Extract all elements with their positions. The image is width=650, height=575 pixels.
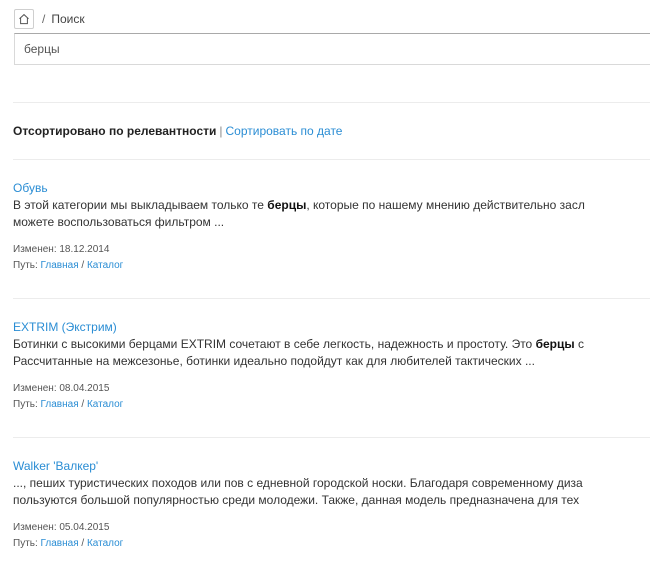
result-snippet-line: пользуются большой популярностью среди м…: [13, 493, 580, 507]
result-snippet-line: можете воспользоваться фильтром ...: [13, 215, 225, 229]
divider: [13, 437, 650, 438]
path-link-home[interactable]: Главная: [41, 538, 79, 549]
result-snippet-line: ..., пеших туристических походов или пов…: [13, 476, 583, 490]
sort-bar: Отсортировано по релевантности | Сортирова…: [13, 124, 342, 138]
result-title-link[interactable]: Обувь: [13, 181, 650, 195]
sort-by-date-link[interactable]: Сортировать по дате: [226, 124, 343, 138]
result-snippet-line: В этой категории мы выкладываем только т…: [13, 198, 585, 212]
divider: [13, 159, 650, 160]
highlight-term: берцы: [535, 337, 575, 351]
result-changed-date: Изменен: 18.12.2014: [13, 244, 110, 255]
result-path: Путь: Главная / Каталог: [13, 260, 124, 271]
path-link-home[interactable]: Главная: [41, 399, 79, 410]
path-link-catalog[interactable]: Каталог: [87, 399, 123, 410]
home-icon: [19, 13, 29, 25]
divider: [13, 102, 650, 103]
search-input[interactable]: [14, 33, 650, 65]
divider: [13, 298, 650, 299]
breadcrumb-separator: /: [42, 12, 46, 26]
path-link-home[interactable]: Главная: [41, 260, 79, 271]
path-link-catalog[interactable]: Каталог: [87, 260, 123, 271]
search-result: Обувь В этой категории мы выкладываем то…: [13, 181, 650, 274]
search-result: EXTRIM (Экстрим) Ботинки с высокими берц…: [13, 320, 650, 413]
breadcrumb: / Поиск: [14, 8, 85, 30]
result-changed-date: Изменен: 08.04.2015: [13, 383, 110, 394]
result-snippet-line: Ботинки с высокими берцами EXTRIM сочета…: [13, 337, 584, 351]
search-result: Walker 'Валкер' ..., пеших туристических…: [13, 459, 650, 552]
home-button[interactable]: [14, 9, 34, 29]
breadcrumb-current: Поиск: [51, 12, 85, 26]
result-path: Путь: Главная / Каталог: [13, 538, 124, 549]
highlight-term: берцы: [267, 198, 307, 212]
result-title-link[interactable]: Walker 'Валкер': [13, 459, 650, 473]
path-link-catalog[interactable]: Каталог: [87, 538, 123, 549]
result-title-link[interactable]: EXTRIM (Экстрим): [13, 320, 650, 334]
result-changed-date: Изменен: 05.04.2015: [13, 522, 110, 533]
result-snippet-line: Рассчитанные на межсезонье, ботинки идеа…: [13, 354, 535, 368]
sort-active-label: Отсортировано по релевантности: [13, 124, 217, 138]
result-path: Путь: Главная / Каталог: [13, 399, 124, 410]
sort-separator: |: [219, 124, 223, 138]
